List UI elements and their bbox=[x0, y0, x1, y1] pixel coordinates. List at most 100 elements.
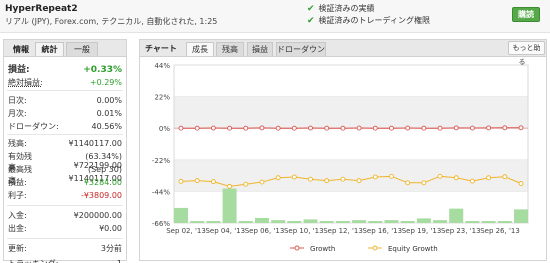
equity-growth-point bbox=[469, 178, 475, 184]
stat-row: 利子: -¥3809.00 bbox=[8, 190, 122, 201]
stat-row: 絶対損益: +0.29% bbox=[8, 77, 122, 88]
account-header: HyperRepeat2 リアル (JPY), Forex.com, テクニカル… bbox=[0, 0, 550, 33]
growth-point bbox=[194, 125, 200, 131]
chart-panel-title: チャート bbox=[145, 44, 177, 53]
growth-point bbox=[518, 125, 524, 131]
y-tick-label: -22% bbox=[152, 157, 170, 165]
stat-value: +0.33% bbox=[83, 65, 122, 75]
stat-label: 日次: bbox=[8, 96, 27, 105]
y-tick-label: -44% bbox=[152, 188, 170, 196]
legend-label: Growth bbox=[310, 245, 335, 253]
stat-label: 月次: bbox=[8, 109, 27, 118]
volume-bar bbox=[271, 220, 286, 223]
equity-growth-point bbox=[340, 176, 346, 182]
tab-drawdown[interactable]: ドローダウン bbox=[276, 42, 326, 56]
stat-value: ¥1140117.00 bbox=[68, 139, 122, 148]
equity-growth-point bbox=[275, 175, 281, 181]
growth-point bbox=[372, 125, 378, 131]
stat-value: 1 bbox=[117, 259, 122, 263]
volume-bar bbox=[352, 220, 367, 223]
volume-bar bbox=[497, 220, 512, 223]
stat-row: 出金: ¥0.00 bbox=[8, 223, 122, 234]
stat-label: 入金: bbox=[8, 211, 27, 220]
growth-point bbox=[453, 125, 459, 131]
stat-value: ¥3284.00 bbox=[83, 178, 122, 187]
account-description: リアル (JPY), Forex.com, テクニカル, 自動化された, 1:2… bbox=[5, 17, 218, 26]
tab-info[interactable]: 情報 bbox=[7, 42, 35, 56]
legend-label: Equity Growth bbox=[388, 245, 438, 253]
growth-point bbox=[308, 125, 313, 131]
volume-bar bbox=[238, 220, 253, 223]
tab-general[interactable]: 一般 bbox=[66, 42, 98, 56]
divider bbox=[7, 205, 123, 206]
check-icon: ✔ bbox=[307, 3, 315, 14]
growth-point bbox=[340, 125, 346, 131]
stat-row: ドローダウン: 40.56% bbox=[8, 121, 122, 132]
volume-bar bbox=[449, 208, 464, 223]
stat-label: 利子: bbox=[8, 191, 27, 200]
growth-chart: 44%22%0%-22%-44%-66%Sep 02, '13 Sep 04, '… bbox=[152, 58, 529, 253]
check-icon: ✔ bbox=[307, 15, 315, 26]
stat-row: 月次: 0.01% bbox=[8, 108, 122, 119]
growth-point bbox=[469, 125, 475, 131]
growth-point bbox=[437, 125, 443, 131]
account-name: HyperRepeat2 bbox=[5, 4, 78, 14]
volume-bar bbox=[433, 220, 448, 223]
volume-bar bbox=[481, 220, 496, 223]
growth-point bbox=[275, 125, 281, 131]
stat-row: 損益: +0.33% bbox=[8, 62, 122, 75]
growth-point bbox=[356, 125, 362, 131]
more-button[interactable]: もっと助 bbox=[508, 41, 545, 55]
growth-point bbox=[324, 125, 330, 131]
volume-bar bbox=[368, 220, 383, 223]
tab-profit[interactable]: 損益 bbox=[247, 42, 273, 56]
x-tick-label: Sep 04, '13 bbox=[205, 227, 245, 235]
divider bbox=[7, 90, 123, 91]
volume-bar bbox=[222, 188, 237, 223]
growth-point bbox=[389, 125, 394, 131]
stat-value: ¥200000.00 bbox=[73, 211, 122, 220]
stat-row: 入金: ¥200000.00 bbox=[8, 210, 122, 221]
growth-point bbox=[502, 125, 508, 131]
growth-point bbox=[421, 125, 427, 131]
y-tick-label: 44% bbox=[154, 62, 170, 70]
volume-bar bbox=[319, 220, 334, 223]
stat-label: トラッキング: bbox=[8, 258, 58, 263]
stat-row: トラッキング: 1 bbox=[8, 258, 122, 263]
tab-growth[interactable]: 成長 bbox=[186, 42, 214, 56]
growth-point bbox=[243, 125, 249, 131]
legend-marker bbox=[372, 245, 378, 251]
equity-growth-point bbox=[502, 174, 508, 180]
x-tick-label: Sep 19, '13 bbox=[402, 227, 442, 235]
equity-growth-point bbox=[243, 181, 249, 187]
stat-row: 日次: 0.00% bbox=[8, 95, 122, 106]
volume-bar bbox=[190, 220, 205, 223]
stat-row: 更新: 3分前 bbox=[8, 243, 122, 254]
equity-growth-point bbox=[210, 179, 216, 185]
stat-value: 40.56% bbox=[91, 122, 122, 131]
plot-band bbox=[174, 96, 528, 129]
subscribe-button[interactable]: 購読 bbox=[512, 7, 540, 22]
stat-value: -¥3809.00 bbox=[80, 191, 122, 200]
stat-value: ¥0.00 bbox=[99, 224, 122, 233]
stat-label: 更新: bbox=[8, 244, 27, 253]
stat-row: 残高: ¥1140117.00 bbox=[8, 138, 122, 149]
x-tick-label: Sep 06, '13 bbox=[245, 227, 285, 235]
stat-value: 0.01% bbox=[96, 109, 122, 118]
equity-growth-point bbox=[437, 173, 443, 179]
chart-tab-bar: チャート 成長 残高 損益 ドローダウン もっと助 bbox=[140, 40, 546, 57]
equity-growth-point bbox=[227, 183, 233, 189]
volume-bar bbox=[400, 220, 415, 223]
y-tick-label: 0% bbox=[159, 125, 170, 133]
equity-growth-point bbox=[372, 174, 378, 180]
equity-growth-point bbox=[486, 175, 492, 181]
growth-point bbox=[259, 125, 265, 131]
equity-growth-point bbox=[308, 176, 313, 182]
growth-point bbox=[178, 125, 184, 131]
verified-trading-privileges-label: 検証済みのトレーディング権限 bbox=[318, 16, 430, 25]
stat-row: 損益: ¥3284.00 bbox=[8, 177, 122, 188]
volume-bar bbox=[465, 220, 480, 223]
x-tick-label: Sep 10, '13 bbox=[284, 227, 324, 235]
tab-balance[interactable]: 残高 bbox=[216, 42, 244, 56]
tab-stats[interactable]: 統計 bbox=[35, 42, 64, 56]
